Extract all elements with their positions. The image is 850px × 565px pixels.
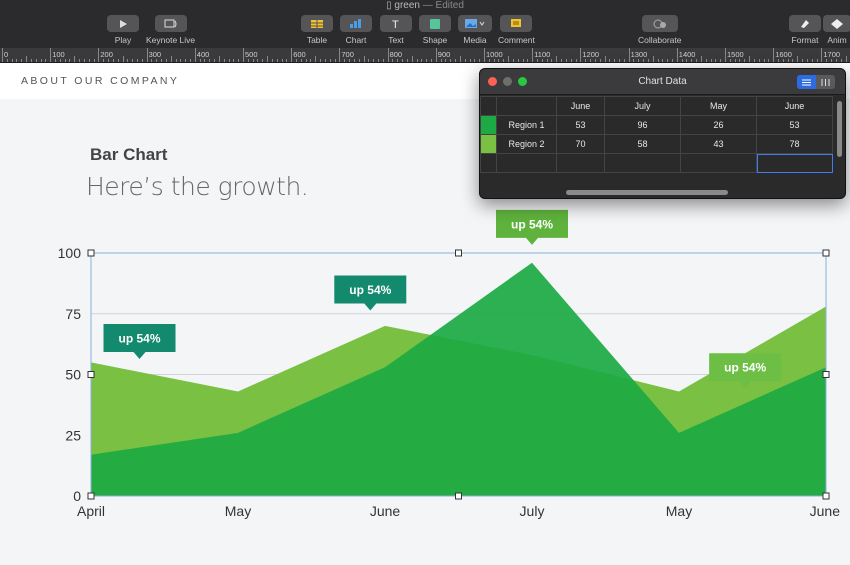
row-label[interactable]: Region 1 xyxy=(496,115,557,135)
chart-data-window[interactable]: Chart Data June July May June Region 1 5… xyxy=(479,68,846,199)
chart-data-title: Chart Data xyxy=(638,76,687,87)
empty-cell[interactable] xyxy=(680,153,757,173)
table-row: Region 2 70 58 43 78 xyxy=(480,134,833,154)
y-tick-label: 75 xyxy=(65,306,81,322)
rows-view-icon[interactable] xyxy=(797,75,816,89)
table-cell[interactable]: 53 xyxy=(756,115,833,135)
selection-handle[interactable] xyxy=(455,492,462,500)
table-row: Region 1 53 96 26 53 xyxy=(480,115,833,135)
selection-handle[interactable] xyxy=(822,492,830,500)
y-tick-label: 100 xyxy=(58,245,82,261)
vertical-scrollbar[interactable] xyxy=(837,101,842,157)
x-tick-label: June xyxy=(810,503,841,519)
corner-cell[interactable] xyxy=(496,96,557,116)
table-cell[interactable]: 53 xyxy=(556,115,605,135)
x-tick-label: May xyxy=(225,503,251,519)
table-cell[interactable]: 26 xyxy=(680,115,757,135)
callout-text: up 54% xyxy=(119,332,161,346)
table-row xyxy=(480,153,833,173)
column-header[interactable]: May xyxy=(680,96,757,116)
row-label[interactable]: Region 2 xyxy=(496,134,557,154)
column-header[interactable]: July xyxy=(604,96,681,116)
y-tick-label: 50 xyxy=(65,367,81,383)
chart-data-titlebar[interactable]: Chart Data xyxy=(480,69,845,95)
callout-label[interactable]: up 54% xyxy=(334,275,407,311)
series-color-swatch[interactable] xyxy=(480,115,497,135)
empty-cell[interactable] xyxy=(604,153,681,173)
table-cell[interactable]: 58 xyxy=(604,134,681,154)
corner-cell[interactable] xyxy=(480,96,497,116)
selection-handle[interactable] xyxy=(87,371,95,378)
callout-label[interactable]: up 54% xyxy=(103,324,176,360)
table-cell[interactable]: 43 xyxy=(680,134,757,154)
empty-cell[interactable] xyxy=(480,153,497,173)
column-header[interactable]: June xyxy=(756,96,833,116)
callout-text: up 54% xyxy=(511,217,553,231)
chart-data-table[interactable]: June July May June Region 1 53 96 26 53 … xyxy=(480,96,833,173)
view-toggle[interactable] xyxy=(797,75,835,89)
empty-cell[interactable] xyxy=(556,153,605,173)
selection-handle[interactable] xyxy=(455,249,462,257)
column-header[interactable]: June xyxy=(556,96,605,116)
y-tick-label: 0 xyxy=(73,488,81,504)
x-tick-label: June xyxy=(370,503,401,519)
columns-view-icon[interactable] xyxy=(816,75,835,89)
series-color-swatch[interactable] xyxy=(480,134,497,154)
table-cell[interactable]: 70 xyxy=(556,134,605,154)
x-tick-label: April xyxy=(77,503,105,519)
callout-text: up 54% xyxy=(724,361,766,375)
selected-empty-cell[interactable] xyxy=(756,153,833,173)
selection-handle[interactable] xyxy=(822,371,830,378)
callout-text: up 54% xyxy=(349,283,391,297)
table-header-row: June July May June xyxy=(480,96,833,116)
y-tick-label: 25 xyxy=(65,427,81,443)
selection-handle[interactable] xyxy=(87,249,95,257)
table-cell[interactable]: 96 xyxy=(604,115,681,135)
selection-handle[interactable] xyxy=(822,249,830,257)
empty-cell[interactable] xyxy=(496,153,557,173)
table-cell[interactable]: 78 xyxy=(756,134,833,154)
x-tick-label: July xyxy=(520,503,545,519)
horizontal-scrollbar[interactable] xyxy=(566,190,728,195)
callout-label[interactable]: up 54% xyxy=(496,209,568,245)
selection-handle[interactable] xyxy=(87,492,95,500)
x-tick-label: May xyxy=(666,503,692,519)
